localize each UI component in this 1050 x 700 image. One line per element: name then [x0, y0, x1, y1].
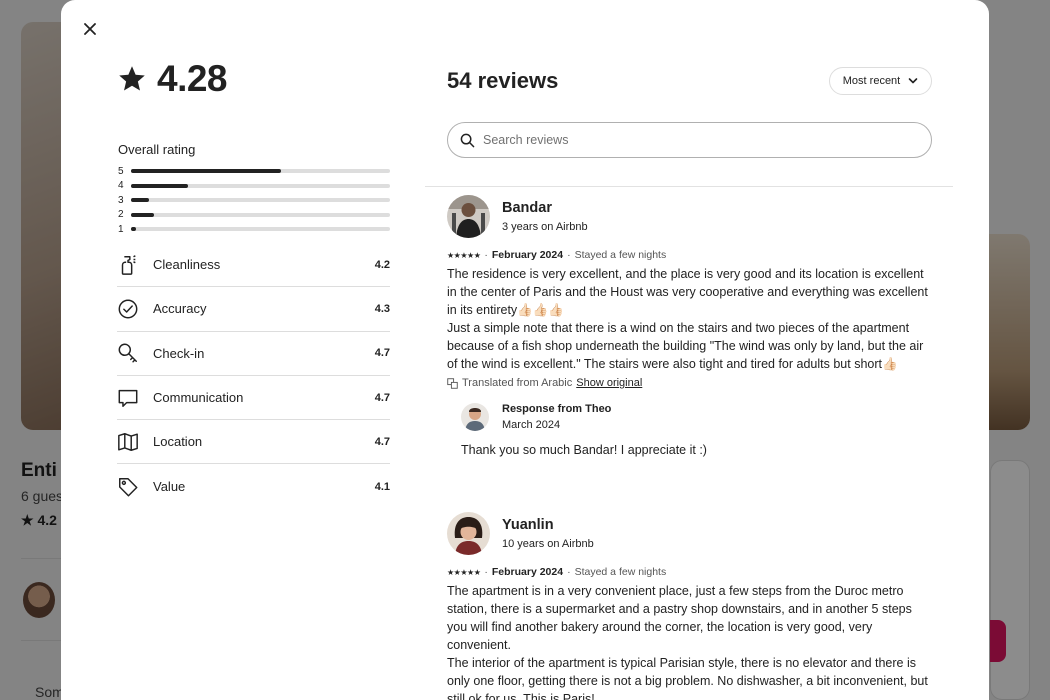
overall-score: 4.28 — [117, 58, 228, 100]
category-label: Location — [153, 434, 203, 450]
rating-track — [131, 212, 390, 217]
meta-separator: · — [484, 249, 488, 261]
star-icon — [119, 66, 145, 91]
reviewer-info: Yuanlin 10 years on Airbnb — [502, 517, 594, 550]
category-location: Location 4.7 — [117, 420, 390, 465]
reviews-modal: 4.28 Overall rating 5 4 3 2 1 Cleanlines… — [61, 0, 989, 700]
reviewer-avatar[interactable] — [447, 195, 490, 238]
category-value: 4.1 — [374, 480, 390, 493]
rating-bar-fill — [131, 198, 150, 203]
category-label: Accuracy — [153, 301, 207, 317]
rating-star-number: 3 — [118, 194, 124, 206]
review-item: Yuanlin 10 years on Airbnb ★★★★★ · Febru… — [447, 512, 932, 700]
category-value: 4.3 — [374, 302, 390, 315]
reviews-count-title: 54 reviews — [447, 68, 559, 93]
stay-duration: Stayed a few nights — [574, 566, 667, 578]
translated-label: Translated from Arabic — [462, 377, 573, 389]
rating-row-4: 4 — [118, 179, 390, 194]
sort-label: Most recent — [842, 75, 901, 87]
review-meta: ★★★★★ · February 2024 · Stayed a few nig… — [447, 566, 932, 578]
review-item: Bandar 3 years on Airbnb ★★★★★ · Februar… — [447, 195, 932, 457]
reviewer-avatar[interactable] — [447, 512, 490, 555]
check-circle-icon — [117, 298, 139, 320]
rating-distribution: 5 4 3 2 1 — [118, 164, 390, 237]
tag-icon — [117, 476, 139, 498]
category-check-in: Check-in 4.7 — [117, 332, 390, 376]
meta-separator: · — [567, 566, 571, 578]
map-icon — [117, 431, 139, 453]
response-header: Response from Theo March 2024 — [461, 403, 932, 431]
response-info: Response from Theo March 2024 — [502, 403, 611, 431]
review-date: February 2024 — [491, 566, 564, 578]
rating-bar-fill — [131, 227, 137, 232]
search-icon — [460, 133, 475, 147]
review-header: Bandar 3 years on Airbnb — [447, 195, 932, 238]
reviewer-info: Bandar 3 years on Airbnb — [502, 200, 588, 233]
category-value: 4.2 — [374, 258, 390, 271]
rating-row-2: 2 — [118, 208, 390, 223]
review-text: The apartment is in a very convenient pl… — [447, 584, 928, 700]
category-label: Cleanliness — [153, 257, 221, 273]
category-label: Check-in — [153, 345, 205, 361]
search-reviews-input[interactable] — [483, 133, 903, 147]
rating-track — [131, 169, 390, 174]
rating-row-5: 5 — [118, 164, 390, 179]
reviewer-name[interactable]: Yuanlin — [502, 517, 594, 533]
host-response: Response from Theo March 2024 Thank you … — [461, 403, 932, 457]
rating-star-number: 4 — [118, 180, 124, 192]
response-title: Response from Theo — [502, 403, 612, 415]
category-label: Communication — [153, 390, 244, 406]
rating-bar-fill — [131, 169, 282, 174]
review-text: The residence is very excellent, and the… — [447, 267, 928, 371]
reviewer-name[interactable]: Bandar — [502, 200, 588, 216]
review-stars: ★★★★★ — [447, 567, 481, 577]
reviewer-tenure: 10 years on Airbnb — [502, 538, 594, 550]
chat-bubble-icon — [117, 387, 139, 409]
stay-duration: Stayed a few nights — [574, 249, 667, 261]
category-value-rating: Value 4.1 — [117, 464, 390, 508]
key-icon — [117, 342, 139, 364]
response-date: March 2024 — [502, 419, 561, 431]
translate-icon — [447, 377, 458, 389]
category-value: 4.7 — [374, 391, 390, 404]
review-header: Yuanlin 10 years on Airbnb — [447, 512, 932, 555]
review-meta: ★★★★★ · February 2024 · Stayed a few nig… — [447, 249, 932, 261]
translation-note: Translated from Arabic Show original — [447, 377, 932, 389]
rating-row-1: 1 — [118, 222, 390, 237]
rating-bar-fill — [131, 183, 188, 188]
search-reviews-field[interactable] — [447, 122, 932, 158]
rating-star-number: 1 — [118, 223, 124, 235]
host-avatar[interactable] — [461, 403, 489, 431]
category-ratings: Cleanliness 4.2 Accuracy 4.3 Check-in 4.… — [117, 243, 390, 509]
rating-star-number: 2 — [118, 209, 124, 221]
rating-track — [131, 227, 390, 232]
rating-track — [131, 198, 390, 203]
show-original-link[interactable]: Show original — [576, 377, 642, 389]
reviewer-tenure: 3 years on Airbnb — [502, 221, 588, 233]
spray-bottle-icon — [117, 254, 139, 276]
rating-star-number: 5 — [118, 165, 124, 177]
category-cleanliness: Cleanliness 4.2 — [117, 243, 390, 288]
meta-separator: · — [567, 249, 571, 261]
score-value: 4.28 — [157, 58, 228, 99]
review-date: February 2024 — [491, 249, 564, 261]
category-communication: Communication 4.7 — [117, 376, 390, 421]
sort-dropdown[interactable]: Most recent — [829, 67, 932, 95]
chevron-down-icon — [908, 78, 918, 84]
review-stars: ★★★★★ — [447, 250, 481, 260]
close-icon — [84, 23, 96, 35]
category-value: 4.7 — [374, 435, 390, 448]
response-text: Thank you so much Bandar! I appreciate i… — [461, 443, 707, 457]
close-button[interactable] — [79, 18, 101, 40]
category-value: 4.7 — [374, 347, 390, 360]
rating-bar-fill — [131, 212, 155, 217]
overall-rating-label: Overall rating — [118, 142, 196, 157]
category-accuracy: Accuracy 4.3 — [117, 287, 390, 332]
category-label: Value — [153, 479, 186, 495]
meta-separator: · — [484, 566, 488, 578]
header-divider — [425, 186, 953, 187]
rating-row-3: 3 — [118, 193, 390, 208]
rating-track — [131, 183, 390, 188]
